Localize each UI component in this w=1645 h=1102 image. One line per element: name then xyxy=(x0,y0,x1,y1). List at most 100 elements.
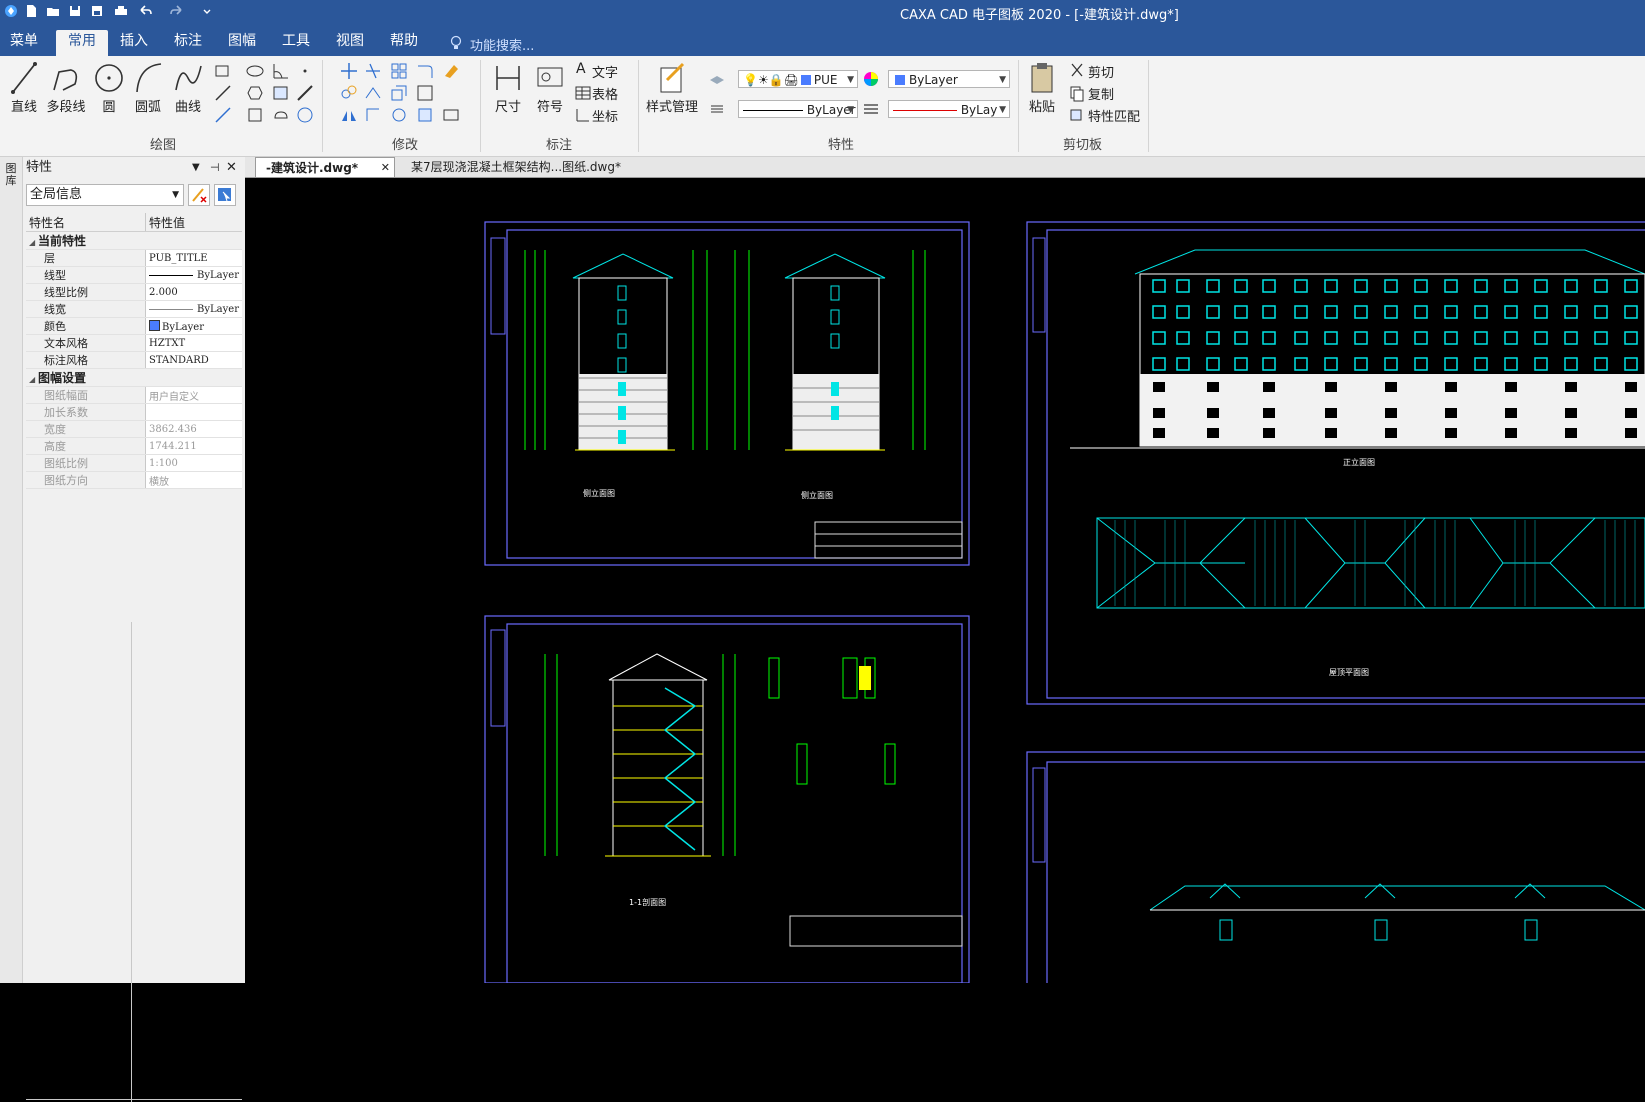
property-value[interactable]: HZTXT xyxy=(145,334,242,352)
match-properties-icon[interactable] xyxy=(1068,106,1086,124)
fillet-icon[interactable] xyxy=(416,62,434,80)
curve-button[interactable]: 曲线 xyxy=(170,60,206,115)
print-icon[interactable] xyxy=(114,4,128,18)
paste-button[interactable]: 粘贴 xyxy=(1024,60,1060,115)
property-row[interactable]: 线型 ByLayer xyxy=(26,266,242,284)
offset-icon[interactable] xyxy=(364,106,382,124)
save-icon[interactable] xyxy=(68,4,82,18)
break-icon[interactable] xyxy=(442,106,460,124)
open-file-icon[interactable] xyxy=(46,4,60,18)
property-value[interactable]: STANDARD xyxy=(145,351,242,369)
center-line-icon[interactable] xyxy=(214,84,232,102)
color-select[interactable]: ByLayer ▼ xyxy=(888,70,1010,88)
rotate-icon[interactable] xyxy=(390,106,408,124)
point-icon[interactable] xyxy=(296,62,314,80)
tab-common[interactable]: 常用 xyxy=(56,30,108,56)
copy-button[interactable]: 复制 xyxy=(1088,84,1114,103)
redo-icon[interactable] xyxy=(170,4,184,18)
globe-icon[interactable] xyxy=(296,106,314,124)
save-as-icon[interactable] xyxy=(90,4,104,18)
line-button[interactable]: 直线 xyxy=(6,60,42,115)
spline-icon[interactable] xyxy=(296,84,314,102)
layer-select[interactable]: 💡☀🔒🖨 PUE ▼ xyxy=(738,70,858,88)
symbol-button[interactable]: 符号 xyxy=(532,60,568,115)
cloud-icon[interactable] xyxy=(272,106,290,124)
tab-help[interactable]: 帮助 xyxy=(384,30,424,56)
explode-icon[interactable] xyxy=(416,106,434,124)
section-current-properties[interactable]: ◢ 当前特性 xyxy=(26,231,242,250)
property-value-lineweight[interactable]: ByLayer xyxy=(145,300,242,318)
side-tab-library[interactable]: 图库 xyxy=(4,163,18,187)
tab-insert[interactable]: 插入 xyxy=(114,30,154,56)
layer-list-icon[interactable] xyxy=(708,100,726,118)
lineweight-select[interactable]: ByLay ▼ xyxy=(888,100,1010,118)
text-tool-icon[interactable]: A xyxy=(576,61,586,77)
cut-icon[interactable] xyxy=(1068,62,1086,80)
property-value[interactable]: 2.000 xyxy=(145,283,242,301)
property-value-linetype[interactable]: ByLayer xyxy=(145,266,242,284)
layer-manager-icon[interactable] xyxy=(708,70,726,88)
table-icon[interactable] xyxy=(574,84,592,102)
linetype-select[interactable]: ByLayer ▼ xyxy=(738,100,858,118)
angle-line-icon[interactable] xyxy=(272,62,290,80)
property-row[interactable]: 层 PUB_TITLE xyxy=(26,249,242,267)
table-tool-label[interactable]: 表格 xyxy=(592,84,618,103)
coordinate-icon[interactable] xyxy=(574,106,592,124)
lineweight-icon[interactable] xyxy=(862,100,880,118)
section-sheet-settings[interactable]: ◢ 图幅设置 xyxy=(26,368,242,387)
select-objects-button[interactable] xyxy=(214,184,236,206)
property-row[interactable]: 线型比例 2.000 xyxy=(26,283,242,301)
pin-icon[interactable]: ⊣ xyxy=(210,157,220,179)
polygon-icon[interactable] xyxy=(246,84,264,102)
text-tool-label[interactable]: 文字 xyxy=(592,62,618,81)
property-row[interactable]: 标注风格 STANDARD xyxy=(26,351,242,369)
document-tab[interactable]: 某7层现浇混凝土框架结构...图纸.dwg* xyxy=(401,157,631,177)
tab-menu[interactable]: 菜单 xyxy=(4,30,44,56)
scale-icon[interactable] xyxy=(390,84,408,102)
scope-select[interactable]: 全局信息 ▼ xyxy=(26,184,184,206)
chamfer-icon[interactable] xyxy=(416,84,434,102)
trim-icon[interactable] xyxy=(364,62,382,80)
quick-select-button[interactable] xyxy=(188,184,210,206)
coordinate-tool-label[interactable]: 坐标 xyxy=(592,106,618,125)
property-row[interactable]: 颜色 ByLayer xyxy=(26,317,242,335)
panel-menu-icon[interactable]: ▼ xyxy=(192,157,200,179)
polyline-button[interactable]: 多段线 xyxy=(44,60,88,115)
tab-view[interactable]: 视图 xyxy=(330,30,370,56)
stretch-icon[interactable] xyxy=(364,84,382,102)
construction-line-icon[interactable] xyxy=(214,106,232,124)
property-row[interactable]: 线宽 ByLayer xyxy=(26,300,242,318)
undo-icon[interactable] xyxy=(138,4,152,18)
hatch-icon[interactable] xyxy=(272,84,290,102)
style-manager-button[interactable]: 样式管理 xyxy=(644,60,700,115)
ellipse-icon[interactable] xyxy=(246,62,264,80)
copy-icon[interactable] xyxy=(1068,84,1086,102)
document-tab-active[interactable]: -建筑设计.dwg* ✕ xyxy=(255,157,395,177)
copy-entity-icon[interactable] xyxy=(340,84,358,102)
search-input[interactable]: 功能搜索... xyxy=(470,35,534,54)
close-icon[interactable]: ✕ xyxy=(381,158,390,178)
move-icon[interactable] xyxy=(340,62,358,80)
color-wheel-icon[interactable] xyxy=(862,70,880,88)
tab-tools[interactable]: 工具 xyxy=(276,30,316,56)
close-icon[interactable]: ✕ xyxy=(226,157,237,179)
property-value[interactable]: PUB_TITLE xyxy=(145,249,242,267)
property-row[interactable]: 文本风格 HZTXT xyxy=(26,334,242,352)
app-logo-icon[interactable] xyxy=(4,4,18,18)
array-icon[interactable] xyxy=(390,62,408,80)
arc-button[interactable]: 圆弧 xyxy=(130,60,166,115)
property-value-color[interactable]: ByLayer xyxy=(145,317,242,335)
mirror-icon[interactable] xyxy=(340,106,358,124)
new-file-icon[interactable] xyxy=(24,4,38,18)
dimension-button[interactable]: 尺寸 xyxy=(490,60,526,115)
match-properties-button[interactable]: 特性匹配 xyxy=(1088,106,1140,125)
tab-annotate[interactable]: 标注 xyxy=(168,30,208,56)
quick-access-menu-icon[interactable] xyxy=(200,4,214,18)
cut-button[interactable]: 剪切 xyxy=(1088,62,1114,81)
erase-icon[interactable] xyxy=(442,62,460,80)
block-icon[interactable] xyxy=(246,106,264,124)
tab-sheet[interactable]: 图幅 xyxy=(222,30,262,56)
drawing-canvas[interactable]: 侧立面图 侧立面图 正立面图 屋顶平面图 1-1剖面图 xyxy=(245,178,1645,983)
rectangle-icon[interactable] xyxy=(214,62,232,80)
circle-button[interactable]: 圆 xyxy=(92,60,126,115)
